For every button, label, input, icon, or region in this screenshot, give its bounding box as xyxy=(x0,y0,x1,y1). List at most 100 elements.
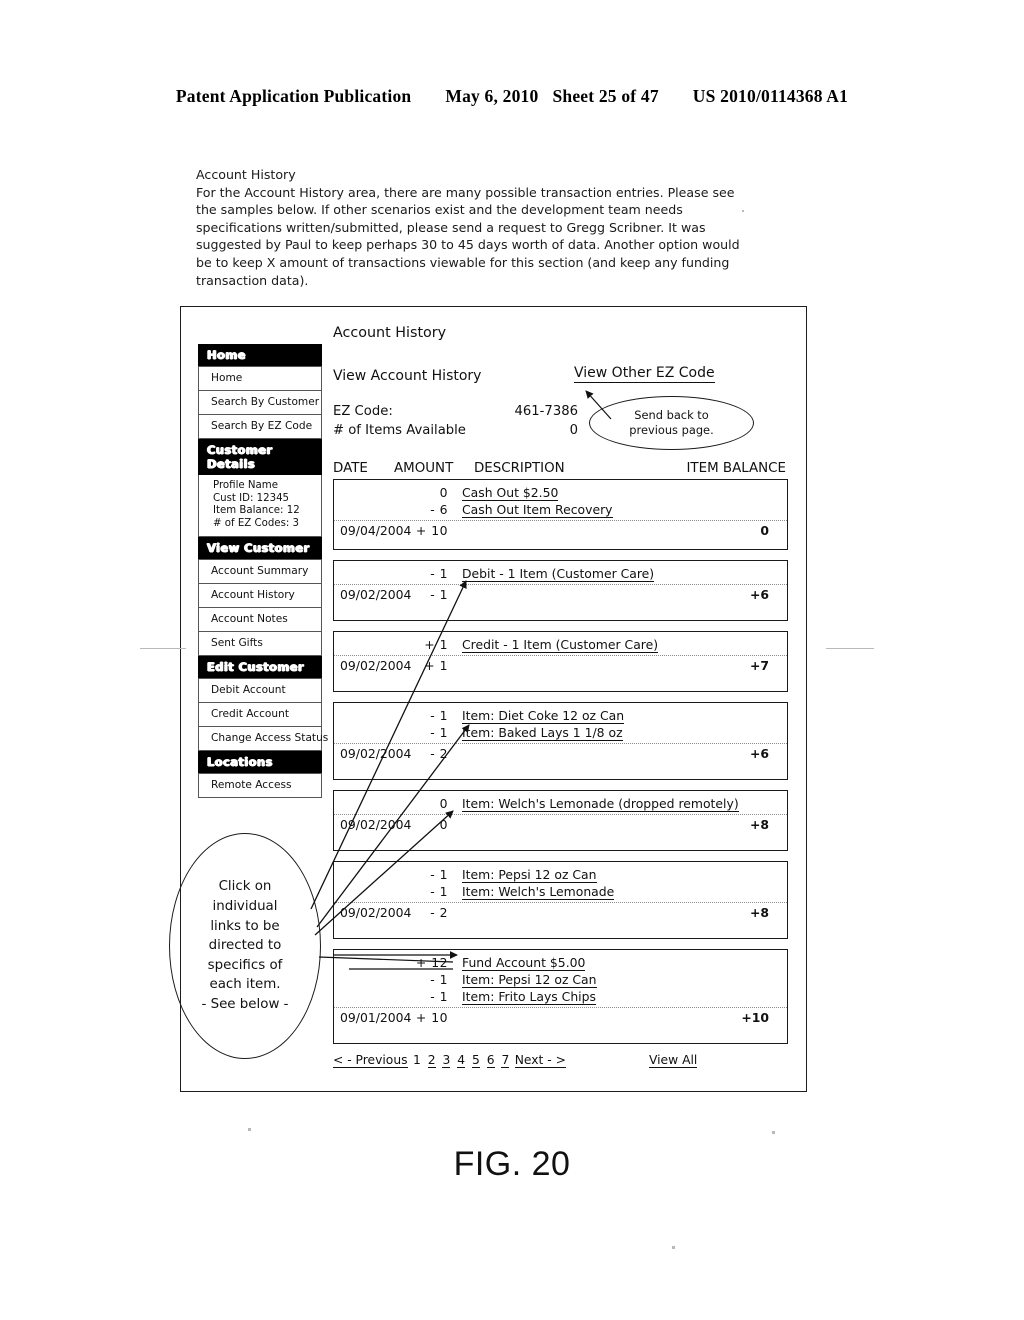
line-amount: 0 xyxy=(439,485,448,500)
callout-click-links: Click on individual links to be directed… xyxy=(169,833,321,1059)
intro-line: transaction data). xyxy=(196,272,309,288)
transaction-line: - 1 Item: Welch's Lemonade xyxy=(334,884,787,901)
intro-line: be to keep X amount of transactions view… xyxy=(196,254,730,270)
section-subtitle: View Account History xyxy=(333,368,482,384)
scan-artifact xyxy=(772,1131,775,1134)
line-amount: - 1 xyxy=(430,708,448,723)
transaction-line: - 1 Item: Diet Coke 12 oz Can xyxy=(334,708,787,725)
line-description-link[interactable]: Item: Pepsi 12 oz Can xyxy=(462,867,597,883)
sidebar-item-remote-access[interactable]: Remote Access xyxy=(198,773,322,799)
customer-profile-name: Profile Name xyxy=(213,480,278,491)
transaction-balance: +6 xyxy=(749,746,769,761)
page-link-4[interactable]: 4 xyxy=(457,1053,466,1068)
scan-artifact xyxy=(672,1246,675,1249)
patent-page: Patent Application Publication May 6, 20… xyxy=(0,0,1024,1320)
sidebar-item-search-by-customer[interactable]: Search By Customer xyxy=(198,391,322,415)
line-description-link[interactable]: Item: Baked Lays 1 1/8 oz xyxy=(462,725,623,741)
table-row: + 12 Fund Account $5.00 - 1 Item: Pepsi … xyxy=(333,949,788,1044)
intro-line: specifications written/submitted, please… xyxy=(196,219,706,235)
page-link-1[interactable]: 1 xyxy=(413,1053,421,1067)
callout-line: links to be xyxy=(210,918,280,934)
view-other-ez-code-link[interactable]: View Other EZ Code xyxy=(574,365,715,383)
previous-link[interactable]: < - Previous xyxy=(333,1053,408,1068)
sidebar-item-sent-gifts[interactable]: Sent Gifts xyxy=(198,632,322,657)
page-link-7[interactable]: 7 xyxy=(501,1053,510,1068)
scan-artifact xyxy=(742,210,744,212)
publication-date: May 6, 2010 xyxy=(445,86,539,106)
transaction-total: - 2 xyxy=(430,746,448,761)
line-description-link[interactable]: Item: Diet Coke 12 oz Can xyxy=(462,708,625,724)
line-description-link[interactable]: Credit - 1 Item (Customer Care) xyxy=(462,637,659,653)
sidebar-header-edit-customer: Edit Customer xyxy=(198,656,322,679)
sidebar: Home Home Search By Customer Search By E… xyxy=(198,344,328,799)
line-amount: 0 xyxy=(439,796,448,811)
line-description-link[interactable]: Cash Out $2.50 xyxy=(462,485,559,501)
scan-artifact xyxy=(140,648,186,649)
items-available-label: # of Items Available xyxy=(333,423,466,438)
sidebar-item-credit-account[interactable]: Credit Account xyxy=(198,703,322,728)
page-link-3[interactable]: 3 xyxy=(442,1053,451,1068)
transaction-footer: 09/02/2004 - 2 +6 xyxy=(334,743,787,765)
callout-send-back: Send back to previous page. xyxy=(589,396,754,450)
subtitle-row: View Account History View Other EZ Code xyxy=(333,365,788,391)
transaction-line: + 1 Credit - 1 Item (Customer Care) xyxy=(334,637,787,654)
customer-ez-code-count: # of EZ Codes: 3 xyxy=(213,517,300,529)
sidebar-item-debit-account[interactable]: Debit Account xyxy=(198,678,322,704)
page-link-5[interactable]: 5 xyxy=(471,1053,480,1068)
transaction-footer: 09/01/2004 + 10 +10 xyxy=(334,1007,787,1029)
page-link-2[interactable]: 2 xyxy=(427,1053,436,1068)
page-link-6[interactable]: 6 xyxy=(486,1053,495,1068)
view-all-link[interactable]: View All xyxy=(649,1053,698,1068)
intro-paragraph: Account History For the Account History … xyxy=(196,166,771,289)
line-amount: - 1 xyxy=(430,566,448,581)
transaction-footer: 09/02/2004 + 1 +7 xyxy=(334,655,787,677)
next-link[interactable]: Next - > xyxy=(514,1053,566,1068)
callout-line: individual xyxy=(212,899,278,915)
callout-line: Send back to xyxy=(634,408,709,422)
customer-item-balance: Item Balance: 12 xyxy=(213,505,300,517)
table-row: - 1 Debit - 1 Item (Customer Care) 09/02… xyxy=(333,560,788,621)
line-description-link[interactable]: Item: Welch's Lemonade xyxy=(462,884,615,900)
table-row: + 1 Credit - 1 Item (Customer Care) 09/0… xyxy=(333,631,788,692)
figure-frame: Home Home Search By Customer Search By E… xyxy=(169,306,807,1092)
line-description-link[interactable]: Fund Account $5.00 xyxy=(462,955,586,971)
sidebar-item-change-access-status[interactable]: Change Access Status xyxy=(198,727,328,752)
line-description-link[interactable]: Debit - 1 Item (Customer Care) xyxy=(462,566,655,582)
ez-code-value: 461-7386 xyxy=(514,404,579,419)
intro-line: the samples below. If other scenarios ex… xyxy=(196,202,683,218)
transaction-line: - 1 Item: Baked Lays 1 1/8 oz xyxy=(334,725,787,742)
transaction-line: - 1 Debit - 1 Item (Customer Care) xyxy=(334,566,787,583)
line-amount: - 1 xyxy=(430,725,448,740)
sidebar-customer-details: Profile Name Cust ID: 12345 Item Balance… xyxy=(198,475,322,538)
transaction-balance: +8 xyxy=(749,905,769,920)
intro-title: Account History xyxy=(196,167,296,182)
items-available-value: 0 xyxy=(569,423,578,438)
transaction-total: + 10 xyxy=(415,523,448,538)
table-row: 0 Cash Out $2.50 - 6 Cash Out Item Recov… xyxy=(333,479,788,550)
sidebar-item-home[interactable]: Home xyxy=(198,366,322,391)
line-description-link[interactable]: Item: Frito Lays Chips xyxy=(462,989,596,1005)
callout-line: directed to xyxy=(208,938,282,954)
callout-line: - See below - xyxy=(201,996,289,1012)
page-title: Account History xyxy=(333,325,447,341)
table-row: 0 Item: Welch's Lemonade (dropped remote… xyxy=(333,790,788,851)
transaction-balance: +10 xyxy=(741,1010,769,1025)
sidebar-header-view-customer: View Customer xyxy=(198,537,322,560)
sheet-number: Sheet 25 of 47 xyxy=(552,86,659,106)
line-description-link[interactable]: Item: Welch's Lemonade (dropped remotely… xyxy=(462,796,739,812)
line-description-link[interactable]: Cash Out Item Recovery xyxy=(462,502,613,518)
line-amount: - 1 xyxy=(430,884,448,899)
transaction-balance: +7 xyxy=(749,658,769,673)
sidebar-item-search-by-ez-code[interactable]: Search By EZ Code xyxy=(198,415,322,439)
sidebar-item-account-history[interactable]: Account History xyxy=(198,584,322,609)
sidebar-item-account-summary[interactable]: Account Summary xyxy=(198,559,322,585)
sidebar-item-account-notes[interactable]: Account Notes xyxy=(198,608,322,633)
transaction-footer: 09/02/2004 0 +8 xyxy=(334,814,787,836)
line-amount: - 6 xyxy=(430,502,448,517)
customer-id: Cust ID: 12345 xyxy=(213,492,290,504)
ez-code-label: EZ Code: xyxy=(333,404,393,419)
table-row: - 1 Item: Pepsi 12 oz Can - 1 Item: Welc… xyxy=(333,861,788,939)
transaction-line: + 12 Fund Account $5.00 xyxy=(334,955,787,972)
line-amount: - 1 xyxy=(430,972,448,987)
line-description-link[interactable]: Item: Pepsi 12 oz Can xyxy=(462,972,597,988)
